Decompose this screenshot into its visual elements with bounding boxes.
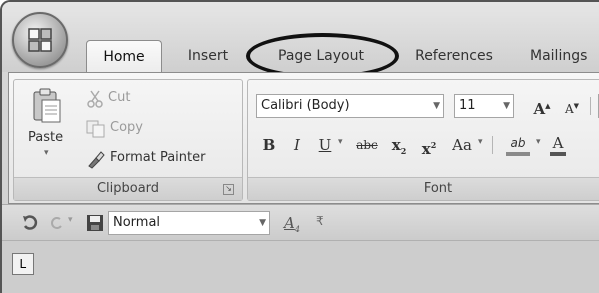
save-icon[interactable] (86, 214, 104, 232)
paste-label: Paste (28, 130, 64, 145)
format-painter-icon (88, 151, 105, 169)
office-logo-icon (28, 28, 52, 52)
tab-strip: Home Insert Page Layout References Maili… (2, 2, 599, 79)
ruler-row: L (2, 240, 599, 293)
grow-font-button[interactable]: A▲ (532, 95, 552, 118)
font-group: Calibri (Body) ▼ 11 ▼ A▲ A▼ B I U ▾ abc … (247, 79, 599, 201)
tab-insert[interactable]: Insert (180, 40, 236, 72)
font-size-combo[interactable]: 11 ▼ (454, 94, 514, 118)
highlight-color-bar (506, 152, 530, 156)
superscript-button[interactable]: x2 (418, 134, 440, 158)
clipboard-group: Paste ▾ Cut Copy Format Painter Clipboar… (13, 79, 243, 201)
format-painter-label: Format Painter (110, 150, 206, 165)
font-name-dropdown-icon[interactable]: ▼ (433, 95, 440, 117)
highlight-button[interactable]: ab (504, 132, 532, 156)
font-size-dropdown-icon[interactable]: ▼ (503, 95, 510, 117)
style-value: Normal (113, 215, 161, 230)
bold-button[interactable]: B (260, 134, 278, 156)
redo-icon[interactable] (48, 215, 64, 231)
paste-icon (33, 88, 61, 123)
italic-button[interactable]: I (288, 134, 306, 156)
font-toolbar-separator-2 (492, 136, 493, 154)
office-button[interactable] (12, 12, 68, 68)
customize-toolbar-icon[interactable]: ₹ (316, 214, 324, 228)
shrink-font-button[interactable]: A▼ (562, 95, 582, 117)
style-combo[interactable]: Normal ▼ (108, 211, 270, 235)
font-group-label: Font (248, 177, 599, 200)
apply-styles-button[interactable]: A4 (282, 212, 302, 234)
change-case-dropdown-icon[interactable]: ▾ (478, 137, 483, 147)
format-painter-button[interactable]: Format Painter (82, 148, 238, 170)
font-toolbar-separator (590, 97, 591, 115)
tab-home[interactable]: Home (86, 40, 162, 73)
font-color-button[interactable]: A (548, 132, 568, 156)
ribbon-home: Paste ▾ Cut Copy Format Painter Clipboar… (8, 72, 599, 204)
tab-mailings[interactable]: Mailings (530, 40, 599, 72)
redo-dropdown-icon[interactable]: ▾ (68, 215, 73, 225)
copy-icon (86, 120, 105, 138)
tab-references[interactable]: References (404, 40, 504, 72)
cut-label: Cut (108, 90, 131, 105)
change-case-button[interactable]: Aa (448, 134, 476, 156)
clipboard-group-label: Clipboard (14, 177, 242, 200)
cut-button[interactable]: Cut (82, 88, 162, 110)
scissors-icon (87, 90, 103, 108)
tab-selector-button[interactable]: L (12, 253, 34, 275)
paste-dropdown-icon[interactable]: ▾ (44, 148, 49, 158)
font-name-value: Calibri (Body) (261, 98, 350, 113)
underline-button[interactable]: U (316, 134, 334, 156)
clipboard-dialog-launcher-icon[interactable]: ↘ (223, 184, 234, 195)
copy-label: Copy (110, 120, 143, 135)
highlight-dropdown-icon[interactable]: ▾ (536, 137, 541, 147)
font-color-bar (550, 152, 566, 156)
copy-button[interactable]: Copy (82, 118, 172, 140)
subscript-button[interactable]: x2 (388, 134, 410, 156)
underline-dropdown-icon[interactable]: ▾ (338, 137, 343, 147)
quick-access-toolbar: ▾ Normal ▼ A4 ₹ (2, 204, 599, 241)
word-window: Home Insert Page Layout References Maili… (0, 0, 599, 293)
paste-button[interactable]: Paste ▾ (18, 84, 76, 176)
style-dropdown-icon[interactable]: ▼ (259, 212, 266, 234)
font-size-value: 11 (459, 98, 476, 113)
font-name-combo[interactable]: Calibri (Body) ▼ (256, 94, 444, 118)
undo-icon[interactable] (22, 215, 38, 231)
strikethrough-button[interactable]: abc (352, 134, 382, 156)
